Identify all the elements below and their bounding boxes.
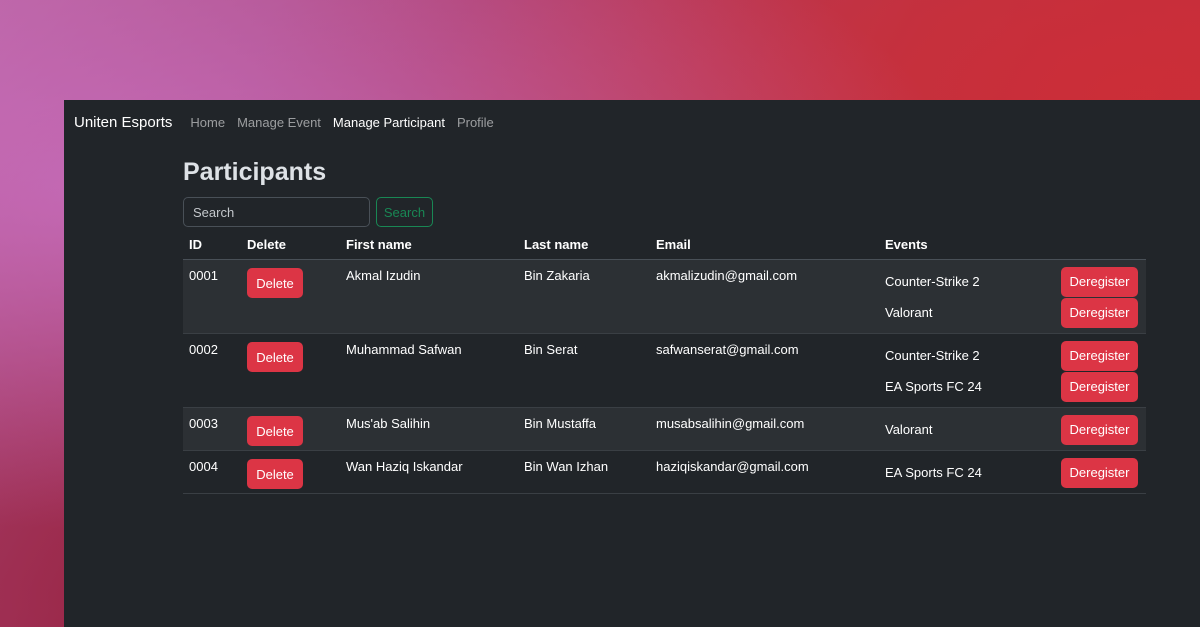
event-name: Valorant bbox=[885, 305, 933, 320]
navbar: Uniten Esports Home Manage Event Manage … bbox=[64, 100, 1200, 144]
delete-button[interactable]: Delete bbox=[247, 342, 303, 372]
search-input[interactable] bbox=[183, 197, 370, 227]
cell-delete: Delete bbox=[241, 259, 340, 334]
event-entry: Valorant Deregister bbox=[885, 297, 1140, 328]
deregister-button[interactable]: Deregister bbox=[1061, 340, 1138, 371]
cell-email: akmalizudin@gmail.com bbox=[650, 259, 879, 334]
deregister-button[interactable]: Deregister bbox=[1061, 457, 1138, 488]
event-name: Counter-Strike 2 bbox=[885, 348, 980, 363]
header-events: Events bbox=[879, 229, 1146, 260]
header-first-name: First name bbox=[340, 229, 518, 260]
cell-first-name: Mus'ab Salihin bbox=[340, 407, 518, 451]
cell-email: haziqiskandar@gmail.com bbox=[650, 450, 879, 494]
deregister-button[interactable]: Deregister bbox=[1061, 414, 1138, 445]
nav-link-manage-participant[interactable]: Manage Participant bbox=[333, 115, 445, 130]
event-entry: Valorant Deregister bbox=[885, 414, 1140, 445]
deregister-button[interactable]: Deregister bbox=[1061, 297, 1138, 328]
search-bar: Search bbox=[183, 197, 1146, 227]
nav-link-home[interactable]: Home bbox=[190, 115, 225, 130]
deregister-button[interactable]: Deregister bbox=[1061, 266, 1138, 297]
cell-events: EA Sports FC 24 Deregister bbox=[879, 450, 1146, 494]
cell-first-name: Wan Haziq Iskandar bbox=[340, 450, 518, 494]
table-header-row: ID Delete First name Last name Email Eve… bbox=[183, 229, 1146, 260]
cell-first-name: Akmal Izudin bbox=[340, 259, 518, 334]
cell-delete: Delete bbox=[241, 450, 340, 494]
cell-delete: Delete bbox=[241, 333, 340, 408]
event-entry: Counter-Strike 2 Deregister bbox=[885, 266, 1140, 297]
cell-email: safwanserat@gmail.com bbox=[650, 333, 879, 408]
event-name: Counter-Strike 2 bbox=[885, 274, 980, 289]
navbar-brand[interactable]: Uniten Esports bbox=[74, 114, 172, 131]
cell-delete: Delete bbox=[241, 407, 340, 451]
event-name: EA Sports FC 24 bbox=[885, 379, 982, 394]
app-window: Uniten Esports Home Manage Event Manage … bbox=[64, 100, 1200, 627]
cell-events: Valorant Deregister bbox=[879, 407, 1146, 451]
cell-events: Counter-Strike 2 Deregister EA Sports FC… bbox=[879, 333, 1146, 408]
main-content: Participants Search ID Delete First name… bbox=[183, 156, 1146, 494]
nav-link-manage-event[interactable]: Manage Event bbox=[237, 115, 321, 130]
table-row: 0003 Delete Mus'ab Salihin Bin Mustaffa … bbox=[183, 407, 1146, 451]
cell-id: 0001 bbox=[183, 259, 241, 334]
cell-id: 0002 bbox=[183, 333, 241, 408]
cell-email: musabsalihin@gmail.com bbox=[650, 407, 879, 451]
cell-events: Counter-Strike 2 Deregister Valorant Der… bbox=[879, 259, 1146, 334]
search-button[interactable]: Search bbox=[376, 197, 433, 227]
event-entry: Counter-Strike 2 Deregister bbox=[885, 340, 1140, 371]
nav-link-profile[interactable]: Profile bbox=[457, 115, 494, 130]
event-entry: EA Sports FC 24 Deregister bbox=[885, 371, 1140, 402]
cell-last-name: Bin Serat bbox=[518, 333, 650, 408]
delete-button[interactable]: Delete bbox=[247, 268, 303, 298]
delete-button[interactable]: Delete bbox=[247, 459, 303, 489]
event-entry: EA Sports FC 24 Deregister bbox=[885, 457, 1140, 488]
cell-last-name: Bin Wan Izhan bbox=[518, 450, 650, 494]
table-row: 0004 Delete Wan Haziq Iskandar Bin Wan I… bbox=[183, 450, 1146, 494]
page-title: Participants bbox=[183, 158, 327, 186]
header-delete: Delete bbox=[241, 229, 340, 260]
header-last-name: Last name bbox=[518, 229, 650, 260]
cell-last-name: Bin Zakaria bbox=[518, 259, 650, 334]
cell-id: 0004 bbox=[183, 450, 241, 494]
cell-last-name: Bin Mustaffa bbox=[518, 407, 650, 451]
participants-table: ID Delete First name Last name Email Eve… bbox=[183, 229, 1146, 494]
table-row: 0001 Delete Akmal Izudin Bin Zakaria akm… bbox=[183, 259, 1146, 334]
delete-button[interactable]: Delete bbox=[247, 416, 303, 446]
header-email: Email bbox=[650, 229, 879, 260]
table-row: 0002 Delete Muhammad Safwan Bin Serat sa… bbox=[183, 333, 1146, 408]
deregister-button[interactable]: Deregister bbox=[1061, 371, 1138, 402]
event-name: EA Sports FC 24 bbox=[885, 465, 982, 480]
cell-first-name: Muhammad Safwan bbox=[340, 333, 518, 408]
event-name: Valorant bbox=[885, 422, 933, 437]
header-id: ID bbox=[183, 229, 241, 260]
cell-id: 0003 bbox=[183, 407, 241, 451]
